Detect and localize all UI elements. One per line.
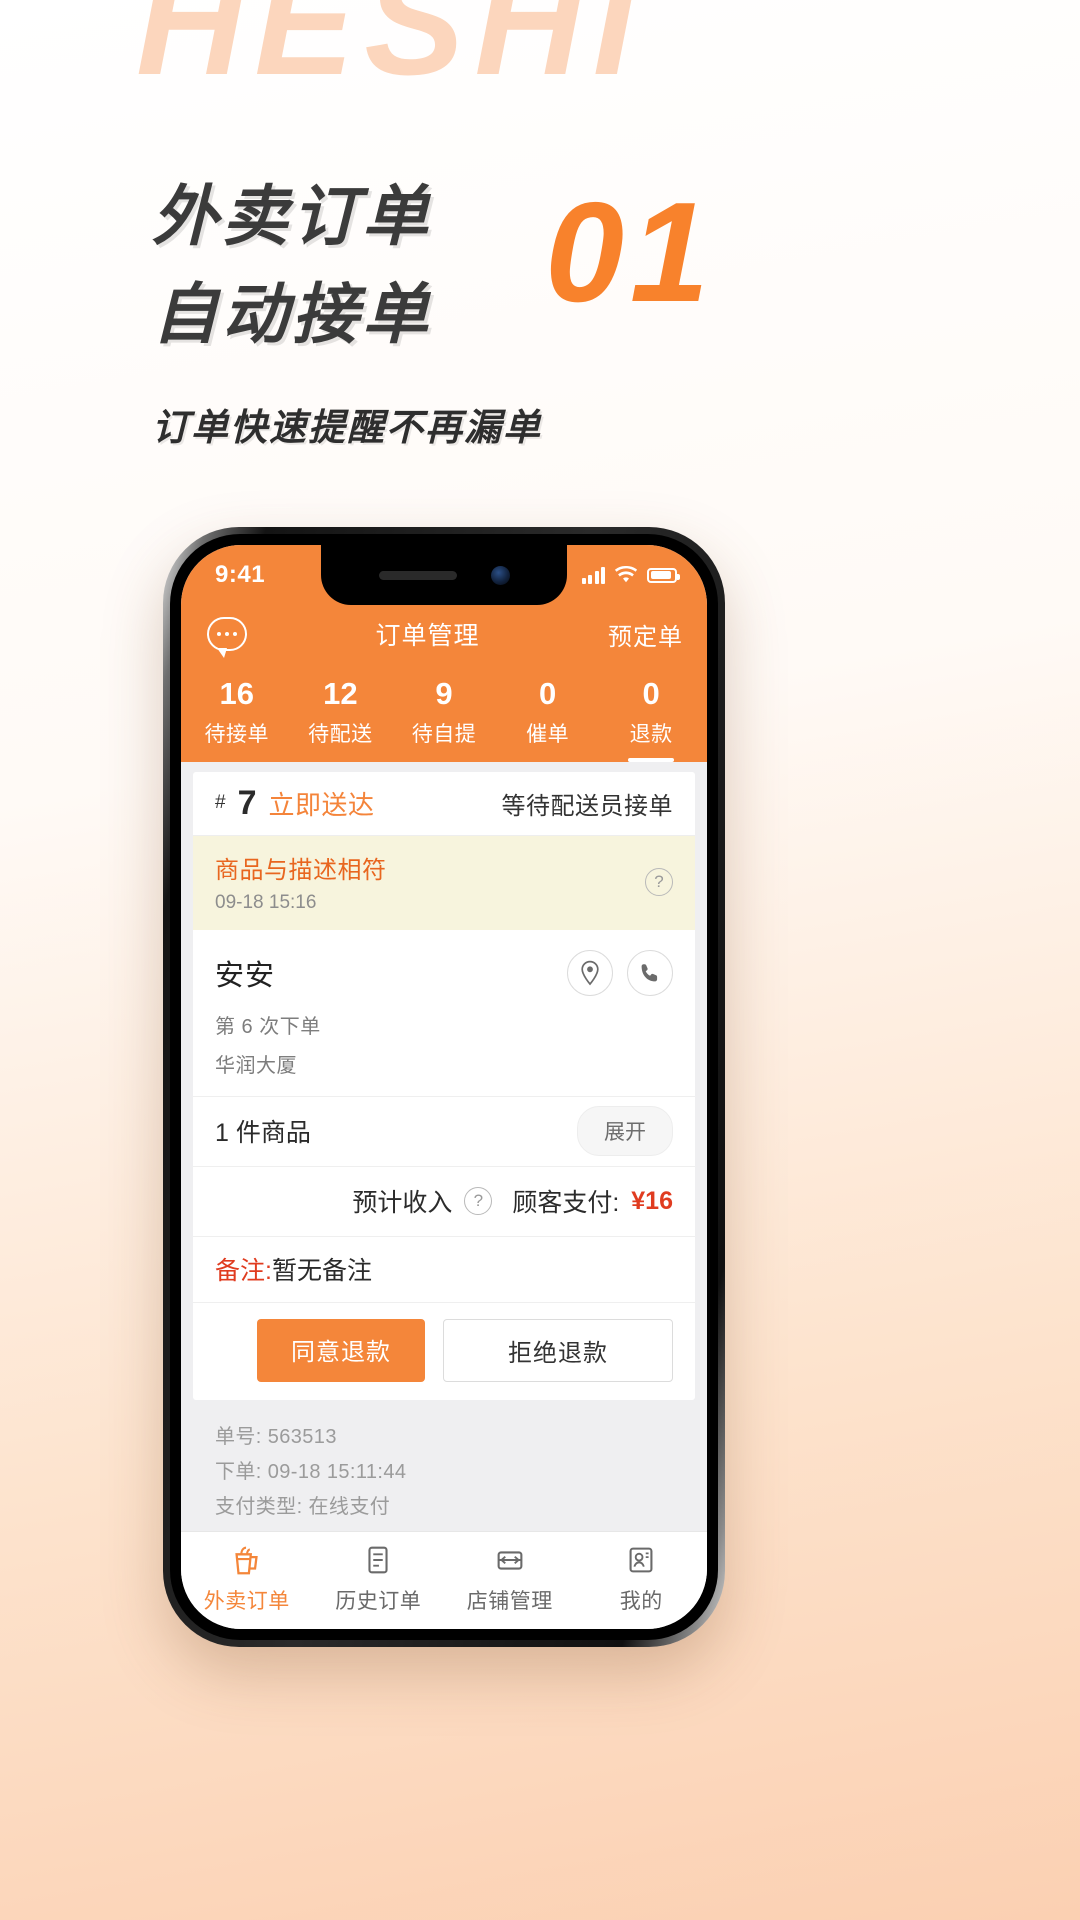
note-key-label: 备注: (215, 1257, 272, 1286)
order-status-label: 等待配送员接单 (501, 792, 673, 820)
tab-count: 0 (538, 676, 557, 711)
signal-bars-icon (581, 566, 605, 584)
tab-label: 待配送 (308, 722, 373, 746)
tabbar-label: 历史订单 (335, 1590, 422, 1613)
wifi-icon (614, 566, 638, 583)
bottom-tabbar: 外卖订单 历史订单 店铺管理 我的 (181, 1531, 707, 1629)
order-list: # 7 立即送达 等待配送员接单 商品与描述相符 09-18 15:16 ? 安… (181, 761, 707, 1531)
phone-notch (321, 545, 567, 605)
refund-time: 09-18 15:16 (215, 891, 317, 913)
note-row: 备注: 暂无备注 (193, 1237, 695, 1303)
question-mark-icon[interactable]: ? (645, 867, 673, 896)
customer-order-count: 第 6 次下单 (215, 1015, 321, 1038)
tab-count: 0 (642, 676, 660, 711)
customer-section: 安安 第 6 次下单 华润大厦 (193, 930, 695, 1097)
order-sequence-number: 7 (237, 783, 257, 822)
tab-label: 待自提 (411, 722, 477, 746)
customer-pay-amount: ¥16 (631, 1186, 673, 1215)
goods-summary-row: 1 件商品 展开 (193, 1097, 695, 1167)
tab-pending-accept[interactable]: 16 待接单 (185, 675, 289, 748)
history-order-icon (359, 1542, 397, 1578)
tab-count: 12 (323, 676, 358, 711)
earpiece-speaker-icon (378, 570, 457, 580)
refund-reason-banner: 商品与描述相符 09-18 15:16 ? (193, 835, 695, 930)
refund-reason-text: 商品与描述相符 (215, 856, 387, 884)
profile-icon (622, 1542, 660, 1578)
tabbar-item-profile[interactable]: 我的 (576, 1542, 708, 1615)
customer-pay-label: 顾客支付: (512, 1189, 620, 1218)
app-navbar: 订单管理 预定单 (181, 605, 707, 663)
tab-label: 退款 (629, 722, 673, 746)
goods-count-label: 1 件商品 (215, 1119, 311, 1148)
order-placed-time: 下单: 09-18 15:11:44 (215, 1460, 407, 1483)
front-camera-icon (490, 565, 510, 585)
order-card: # 7 立即送达 等待配送员接单 商品与描述相符 09-18 15:16 ? 安… (193, 771, 695, 1400)
note-value: 暂无备注 (271, 1257, 372, 1286)
customer-address: 华润大厦 (215, 1054, 297, 1077)
brand-watermark: HESHI (136, 0, 645, 106)
agree-refund-button[interactable]: 同意退款 (257, 1318, 425, 1382)
tabbar-label: 外卖订单 (203, 1590, 290, 1613)
takeout-cup-icon (228, 1542, 266, 1578)
phone-icon[interactable] (627, 949, 673, 996)
page-title: 订单管理 (375, 622, 480, 650)
order-pay-type: 支付类型: 在线支付 (215, 1495, 391, 1518)
tab-count: 16 (219, 676, 255, 711)
order-status-tabs: 16 待接单 12 待配送 9 待自提 0 催单 0 退款 (181, 663, 707, 762)
order-actions: 同意退款 拒绝退款 (193, 1303, 695, 1400)
expected-income-label: 预计收入 (352, 1189, 453, 1218)
tab-urge-order[interactable]: 0 催单 (496, 675, 600, 748)
tabbar-label: 我的 (619, 1590, 663, 1613)
tab-pending-pickup[interactable]: 9 待自提 (392, 675, 496, 748)
tab-label: 待接单 (204, 722, 270, 746)
status-time: 9:41 (215, 561, 266, 588)
tabbar-label: 店铺管理 (466, 1590, 553, 1613)
tab-label: 催单 (526, 722, 570, 746)
location-pin-icon[interactable] (567, 949, 613, 996)
tabbar-item-history-orders[interactable]: 历史订单 (313, 1542, 445, 1615)
reject-refund-button[interactable]: 拒绝退款 (443, 1318, 673, 1382)
income-row: 预计收入 ? 顾客支付: ¥16 (193, 1167, 695, 1237)
step-number-badge: 01 (545, 173, 715, 332)
question-mark-icon[interactable]: ? (464, 1187, 493, 1216)
customer-name: 安安 (215, 959, 276, 992)
tabbar-item-takeout-orders[interactable]: 外卖订单 (181, 1542, 313, 1615)
headline-subtitle: 订单快速提醒不再漏单 (152, 407, 542, 449)
tab-pending-delivery[interactable]: 12 待配送 (289, 675, 393, 748)
chat-bubble-icon[interactable] (207, 617, 247, 658)
tabbar-item-shop-manage[interactable]: 店铺管理 (444, 1542, 576, 1615)
tab-count: 9 (435, 676, 453, 711)
order-number: 单号: 563513 (215, 1425, 337, 1448)
order-hash-symbol: # (215, 791, 226, 813)
reserved-orders-button[interactable]: 预定单 (608, 617, 683, 652)
order-card-header: # 7 立即送达 等待配送员接单 (193, 772, 695, 836)
phone-screen: 9:41 订单管理 预定单 16 待接单 12 待配送 9 待自提 0 催单 0… (181, 545, 707, 1629)
battery-icon (647, 567, 680, 583)
tab-refund[interactable]: 0 退款 (599, 675, 703, 748)
phone-bezel: 9:41 订单管理 预定单 16 待接单 12 待配送 9 待自提 0 催单 0… (170, 534, 718, 1640)
shop-manage-icon (491, 1542, 529, 1578)
delivery-type-label: 立即送达 (268, 789, 375, 820)
phone-mockup: 9:41 订单管理 预定单 16 待接单 12 待配送 9 待自提 0 催单 0… (163, 527, 725, 1647)
expand-goods-button[interactable]: 展开 (577, 1106, 673, 1157)
order-meta: 单号: 563513 下单: 09-18 15:11:44 支付类型: 在线支付 (193, 1399, 695, 1531)
status-indicators (581, 566, 680, 584)
